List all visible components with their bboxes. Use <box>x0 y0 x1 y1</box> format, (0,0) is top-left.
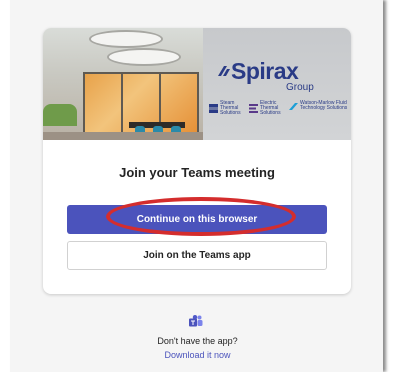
no-app-text: Don't have the app? <box>157 336 238 346</box>
division-steam: Steam Thermal Solutions <box>209 101 250 116</box>
watson-marlow-icon <box>289 102 298 110</box>
spirax-logo-icon <box>218 66 230 76</box>
division-electric: Electric Thermal Solutions <box>249 101 290 116</box>
join-meeting-card: Spirax Group Steam Thermal Solutions Ele… <box>43 28 351 294</box>
brand-name: Spirax <box>231 58 299 84</box>
download-link[interactable]: Download it now <box>0 350 395 360</box>
brand-group: Group <box>286 82 314 93</box>
continue-on-browser-button[interactable]: Continue on this browser <box>67 205 327 234</box>
ceiling-light <box>89 30 163 48</box>
company-banner-image: Spirax Group Steam Thermal Solutions Ele… <box>43 28 351 140</box>
join-on-teams-app-button[interactable]: Join on the Teams app <box>67 241 327 270</box>
page-title: Join your Teams meeting <box>119 165 275 180</box>
electric-e-icon <box>249 104 258 113</box>
plants <box>43 104 77 126</box>
teams-icon <box>189 315 203 327</box>
steam-s-icon <box>209 104 218 113</box>
ceiling-light <box>107 48 181 66</box>
office-photo <box>43 28 203 140</box>
floor <box>43 132 203 140</box>
division-watson-marlow: Watson-Marlow Fluid Technology Solutions <box>289 101 348 111</box>
